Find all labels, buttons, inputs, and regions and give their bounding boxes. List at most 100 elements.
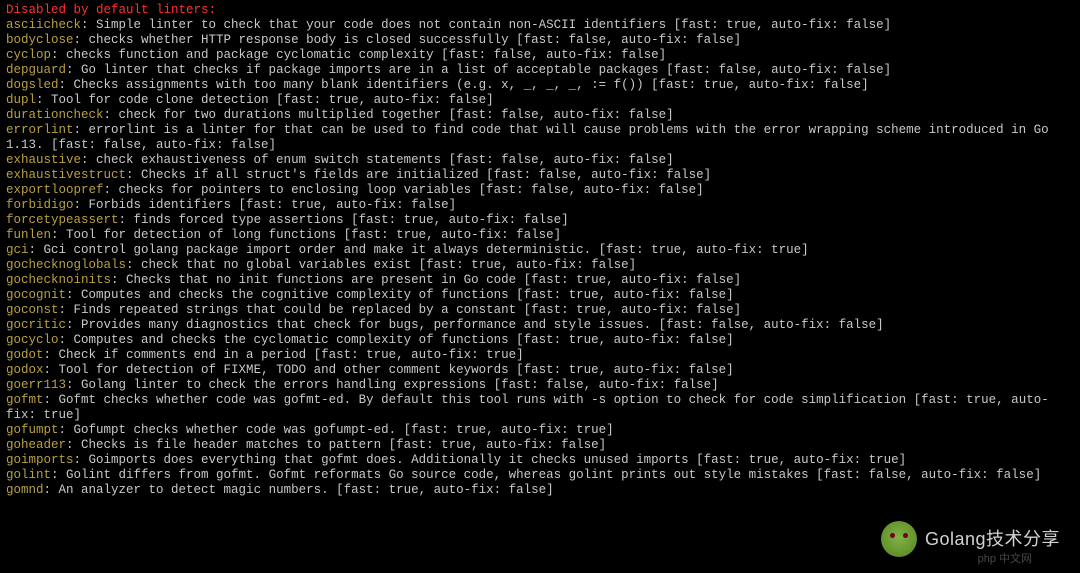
linter-line: durationcheck: check for two durations m… <box>6 108 1074 123</box>
separator: : <box>44 348 59 362</box>
linter-desc: Goimports does everything that gofmt doe… <box>89 453 907 467</box>
linter-desc: Checks if all struct's fields are initia… <box>141 168 711 182</box>
separator: : <box>74 33 89 47</box>
linter-desc: check exhaustiveness of enum switch stat… <box>96 153 674 167</box>
linter-line: gocyclo: Computes and checks the cycloma… <box>6 333 1074 348</box>
separator: : <box>51 48 66 62</box>
linter-desc: Checks is file header matches to pattern… <box>81 438 606 452</box>
linter-desc: Computes and checks the cyclomatic compl… <box>74 333 734 347</box>
linter-line: errorlint: errorlint is a linter for tha… <box>6 123 1074 153</box>
linter-desc: An analyzer to detect magic numbers. [fa… <box>59 483 554 497</box>
separator: : <box>51 468 66 482</box>
linter-desc: checks for pointers to enclosing loop va… <box>119 183 704 197</box>
linter-desc: Forbids identifiers [fast: true, auto-fi… <box>89 198 457 212</box>
separator: : <box>119 213 134 227</box>
terminal-output: Disabled by default linters: asciicheck:… <box>6 3 1074 498</box>
linter-desc: Computes and checks the cognitive comple… <box>81 288 734 302</box>
wechat-golang-icon <box>881 521 917 557</box>
linter-name: gomnd <box>6 483 44 497</box>
linter-name: bodyclose <box>6 33 74 47</box>
separator: : <box>44 363 59 377</box>
separator: : <box>74 198 89 212</box>
linter-desc: Gofmt checks whether code was gofmt-ed. … <box>6 393 1049 422</box>
linter-name: gofmt <box>6 393 44 407</box>
watermark: Golang技术分享 <box>881 521 1060 557</box>
linter-desc: Provides many diagnostics that check for… <box>81 318 884 332</box>
linter-name: goconst <box>6 303 59 317</box>
linter-desc: check for two durations multiplied toget… <box>119 108 674 122</box>
linter-line: dupl: Tool for code clone detection [fas… <box>6 93 1074 108</box>
separator: : <box>66 438 81 452</box>
separator: : <box>104 183 119 197</box>
separator: : <box>74 123 89 137</box>
linter-name: exportloopref <box>6 183 104 197</box>
separator: : <box>66 318 81 332</box>
separator: : <box>81 18 96 32</box>
linter-line: gofumpt: Gofumpt checks whether code was… <box>6 423 1074 438</box>
linter-desc: Gofumpt checks whether code was gofumpt-… <box>74 423 614 437</box>
linter-name: forcetypeassert <box>6 213 119 227</box>
linter-line: funlen: Tool for detection of long funct… <box>6 228 1074 243</box>
linter-desc: Checks that no init functions are presen… <box>126 273 741 287</box>
linter-name: goimports <box>6 453 74 467</box>
linter-line: gocritic: Provides many diagnostics that… <box>6 318 1074 333</box>
linter-name: exhaustive <box>6 153 81 167</box>
linter-name: errorlint <box>6 123 74 137</box>
linter-line: bodyclose: checks whether HTTP response … <box>6 33 1074 48</box>
separator: : <box>51 228 66 242</box>
linter-line: golint: Golint differs from gofmt. Gofmt… <box>6 468 1074 483</box>
separator: : <box>59 303 74 317</box>
linter-name: dogsled <box>6 78 59 92</box>
linter-name: durationcheck <box>6 108 104 122</box>
linter-name: asciicheck <box>6 18 81 32</box>
linter-name: goerr113 <box>6 378 66 392</box>
linter-desc: finds forced type assertions [fast: true… <box>134 213 569 227</box>
linter-line: gochecknoglobals: check that no global v… <box>6 258 1074 273</box>
linter-desc: Tool for detection of FIXME, TODO and ot… <box>59 363 734 377</box>
separator: : <box>66 63 81 77</box>
linter-name: cyclop <box>6 48 51 62</box>
linter-desc: Golint differs from gofmt. Gofmt reforma… <box>66 468 1041 482</box>
separator: : <box>74 453 89 467</box>
header-line: Disabled by default linters: <box>6 3 1074 18</box>
linter-line: asciicheck: Simple linter to check that … <box>6 18 1074 33</box>
linter-line: gomnd: An analyzer to detect magic numbe… <box>6 483 1074 498</box>
separator: : <box>44 393 59 407</box>
separator: : <box>126 258 141 272</box>
linter-desc: Gci control golang package import order … <box>44 243 809 257</box>
linter-desc: errorlint is a linter for that can be us… <box>6 123 1056 152</box>
linter-desc: Go linter that checks if package imports… <box>81 63 891 77</box>
linter-line: gci: Gci control golang package import o… <box>6 243 1074 258</box>
separator: : <box>104 108 119 122</box>
separator: : <box>59 78 74 92</box>
separator: : <box>59 333 74 347</box>
linter-desc: Tool for code clone detection [fast: tru… <box>51 93 494 107</box>
linter-line: godot: Check if comments end in a period… <box>6 348 1074 363</box>
linter-name: exhaustivestruct <box>6 168 126 182</box>
linter-line: goconst: Finds repeated strings that cou… <box>6 303 1074 318</box>
separator: : <box>59 423 74 437</box>
linter-name: golint <box>6 468 51 482</box>
watermark-text: Golang技术分享 <box>925 532 1060 547</box>
linter-desc: Check if comments end in a period [fast:… <box>59 348 524 362</box>
separator: : <box>44 483 59 497</box>
linter-desc: checks whether HTTP response body is clo… <box>89 33 742 47</box>
linter-name: gocritic <box>6 318 66 332</box>
separator: : <box>36 93 51 107</box>
linter-line: gofmt: Gofmt checks whether code was gof… <box>6 393 1074 423</box>
linter-line: exportloopref: checks for pointers to en… <box>6 183 1074 198</box>
linter-name: gochecknoglobals <box>6 258 126 272</box>
linter-line: godox: Tool for detection of FIXME, TODO… <box>6 363 1074 378</box>
linter-name: gocyclo <box>6 333 59 347</box>
linter-name: goheader <box>6 438 66 452</box>
separator: : <box>111 273 126 287</box>
linter-name: gci <box>6 243 29 257</box>
linter-desc: Tool for detection of long functions [fa… <box>66 228 561 242</box>
linter-line: gochecknoinits: Checks that no init func… <box>6 273 1074 288</box>
linter-desc: checks function and package cyclomatic c… <box>66 48 666 62</box>
linter-line: cyclop: checks function and package cycl… <box>6 48 1074 63</box>
separator: : <box>66 378 81 392</box>
linter-desc: Simple linter to check that your code do… <box>96 18 891 32</box>
linter-line: depguard: Go linter that checks if packa… <box>6 63 1074 78</box>
linter-line: goimports: Goimports does everything tha… <box>6 453 1074 468</box>
